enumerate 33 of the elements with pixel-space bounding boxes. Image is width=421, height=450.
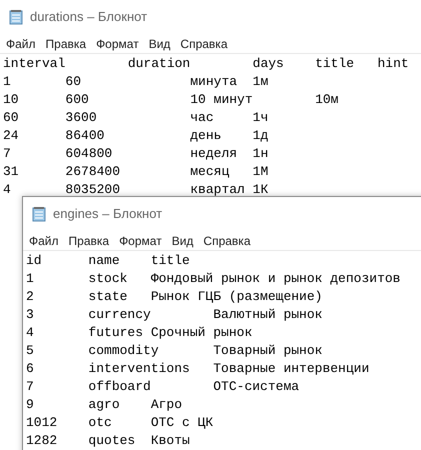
text-line: 1012 otc ОТС с ЦК [26,414,214,432]
text-line: 1282 quotes Квоты [26,432,190,450]
text-line: 1 60 минута 1м [3,73,268,91]
text-line: 4 futures Срочный рынок [26,324,252,342]
menu-item[interactable]: Вид [172,232,194,250]
text-line: 6 interventions Товарные интервенции [26,360,370,378]
text-line: 4 8035200 квартал 1К [3,181,268,199]
menu-item[interactable]: Справка [180,34,228,52]
text-line: id name title [26,252,190,270]
menu-item[interactable]: Правка [68,232,110,250]
menu-item[interactable]: Вид [148,34,170,52]
notepad-icon [31,206,47,222]
text-line: interval duration days title hint [3,55,409,73]
text-line: 7 offboard ОТС-система [26,378,300,396]
window-title: engines – Блокнот [53,205,162,224]
text-line: 3 currency Валютный рынок [26,306,322,324]
menu-item[interactable]: Файл [6,34,36,52]
text-line: 10 600 10 минут 10м [3,91,338,109]
notepad-icon [8,9,24,25]
text-line: 1 stock Фондовый рынок и рынок депозитов [26,270,400,288]
menu-item[interactable]: Справка [203,232,250,250]
window-title: durations – Блокнот [30,8,148,26]
text-line: 24 86400 день 1д [3,127,268,145]
menu-item[interactable]: Формат [119,232,162,250]
menu-item[interactable]: Правка [46,34,86,52]
text-line: 2 state Рынок ГЦБ (размещение) [26,288,322,306]
menu-item[interactable]: Формат [96,34,139,52]
text-line: 31 2678400 месяц 1М [3,163,268,181]
text-line: 60 3600 час 1ч [3,109,268,127]
text-line: 5 commodity Товарный рынок [26,342,322,360]
text-line: 7 604800 неделя 1н [3,145,268,163]
text-line: 9 agro Агро [26,396,182,414]
menu-item[interactable]: Файл [29,232,59,250]
